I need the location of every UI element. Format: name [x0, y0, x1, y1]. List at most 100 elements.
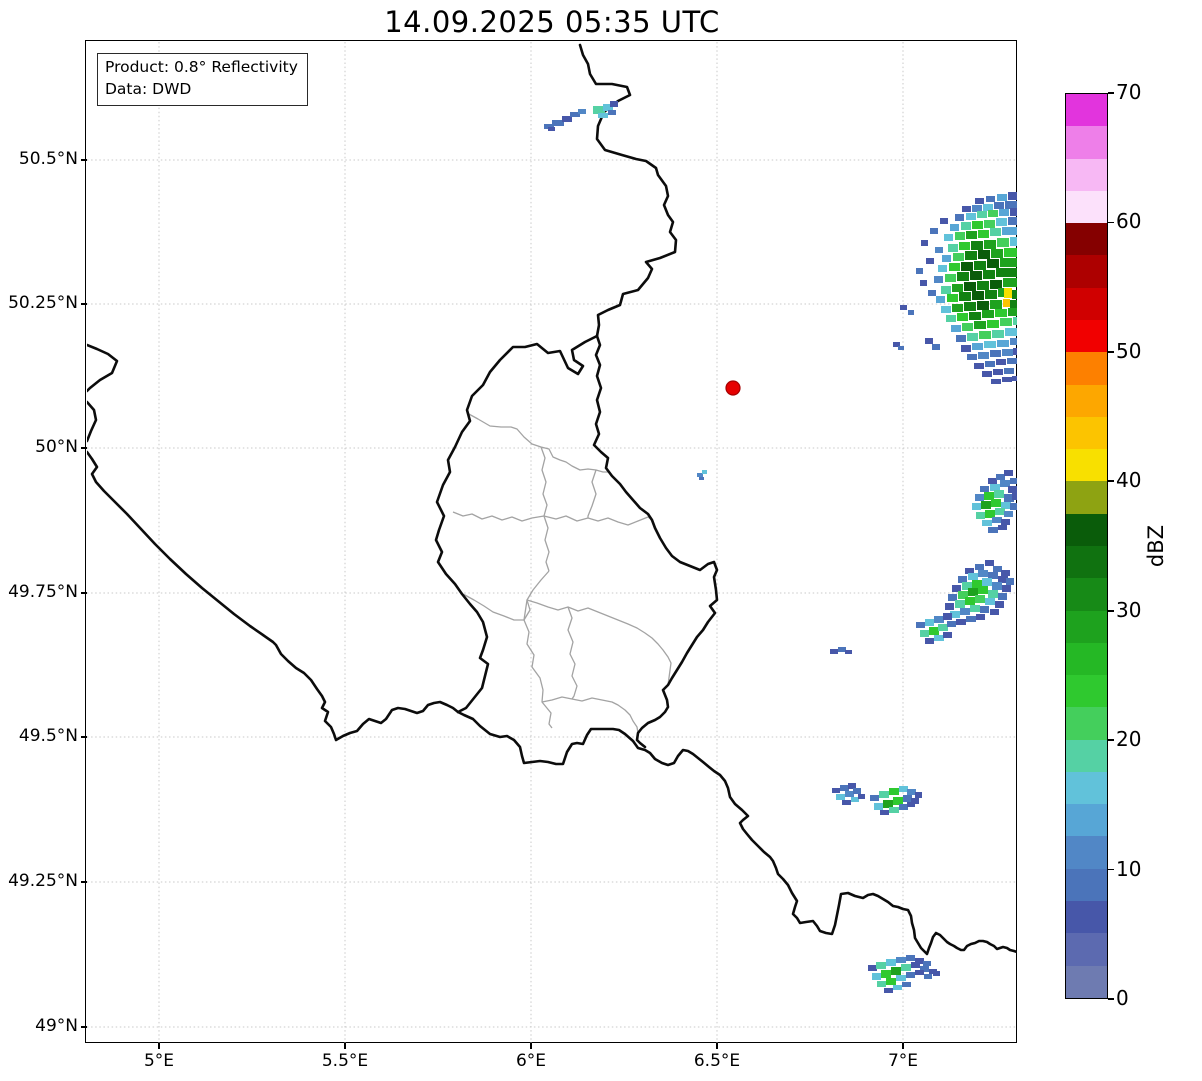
canton-border	[541, 696, 639, 734]
radar-echo-northern-border-streak	[578, 109, 586, 114]
radar-echo-south-cell-49n	[906, 972, 915, 978]
radar-echo-northeast-storm	[938, 265, 947, 272]
radar-echo-east-cell-4975n	[985, 598, 995, 605]
radar-echo-northeast-storm	[961, 262, 973, 271]
radar-echo-east-cell-4975n	[982, 578, 992, 586]
product-info-line2: Data: DWD	[105, 79, 192, 98]
radar-echo-northeast-storm	[898, 346, 904, 350]
radar-echo-northeast-storm	[921, 240, 928, 246]
radar-echo-tiny-echo-center	[702, 470, 707, 474]
radar-echo-northeast-storm	[959, 292, 971, 301]
radar-echo-east-cell-4975n	[968, 588, 978, 596]
radar-echo-southern-pair	[899, 804, 908, 810]
x-tick-mark	[158, 1043, 160, 1049]
colorbar-band	[1066, 901, 1107, 934]
radar-echo-east-cell-4975n	[830, 649, 838, 654]
radar-echo-east-cell-50n	[1008, 486, 1017, 493]
country-border	[592, 334, 719, 749]
colorbar-band	[1066, 352, 1107, 385]
colorbar-band	[1066, 255, 1107, 288]
radar-echo-northeast-storm	[925, 338, 933, 344]
colorbar-band	[1066, 481, 1107, 514]
radar-echo-northeast-storm	[926, 258, 934, 264]
radar-echo-northeast-storm	[1002, 377, 1012, 382]
y-tick-mark	[81, 447, 87, 449]
radar-echo-south-cell-49n	[893, 985, 902, 990]
y-tick-label: 49.75°N	[8, 582, 78, 602]
radar-echo-northeast-storm	[928, 290, 936, 296]
x-tick-label: 6°E	[515, 1051, 547, 1071]
radar-echo-northeast-storm	[962, 323, 973, 331]
colorbar-band	[1066, 771, 1107, 805]
x-tick-label: 5.5°E	[321, 1051, 369, 1071]
radar-echo-northeast-storm	[1004, 288, 1012, 298]
radar-echo-northeast-storm	[988, 210, 998, 217]
radar-echo-northeast-storm	[949, 263, 960, 271]
radar-echo-northeast-storm	[986, 196, 995, 202]
colorbar-tick-label: 0	[1116, 986, 1129, 1010]
radar-echo-south-cell-49n	[891, 967, 901, 975]
radar-echo-northeast-storm	[994, 202, 1004, 209]
radar-echo-southern-pair	[899, 786, 908, 792]
radar-echo-east-cell-50n	[1010, 478, 1017, 484]
radar-echo-northeast-storm	[948, 244, 958, 252]
colorbar-tick-label: 70	[1116, 80, 1142, 104]
y-tick-mark	[81, 303, 87, 305]
x-tick-label: 6.5°E	[693, 1051, 741, 1071]
radar-echo-east-cell-50n	[1000, 480, 1010, 487]
canton-border	[587, 469, 597, 518]
colorbar-band	[1066, 965, 1107, 998]
radar-echo-east-cell-4975n	[975, 564, 984, 570]
radar-echo-south-cell-49n	[902, 982, 911, 987]
colorbar-band	[1066, 158, 1107, 191]
radar-echo-northeast-storm	[983, 204, 993, 211]
canton-border	[567, 606, 578, 700]
colorbar-band	[1066, 836, 1107, 869]
radar-echo-northeast-storm	[974, 321, 986, 329]
radar-echo-east-cell-4975n	[955, 600, 965, 608]
canton-border	[452, 511, 545, 522]
colorbar-band	[1066, 319, 1107, 353]
radar-echo-northeast-storm	[946, 315, 956, 322]
radar-echo-southern-pair	[907, 802, 915, 807]
radar-echo-northeast-storm	[977, 301, 989, 310]
colorbar-band	[1066, 610, 1107, 643]
radar-echo-east-cell-4975n	[1001, 570, 1010, 576]
radar-echo-northeast-storm	[952, 284, 963, 292]
radar-echo-east-cell-4975n	[990, 609, 999, 615]
radar-echo-east-cell-50n	[984, 492, 994, 500]
radar-echo-northeast-storm	[970, 271, 982, 280]
radar-echo-northeast-storm	[982, 310, 994, 318]
radar-echo-east-cell-4975n	[925, 638, 934, 644]
country-border	[87, 450, 1017, 956]
radar-echo-south-cell-49n	[881, 970, 891, 978]
radar-echo-east-cell-50n	[1010, 503, 1017, 510]
radar-echo-northeast-storm	[964, 302, 976, 311]
radar-echo-east-cell-4975n	[988, 572, 998, 579]
radar-echo-northeast-storm	[952, 304, 963, 312]
radar-echo-northeast-storm	[972, 343, 983, 350]
canton-border	[526, 599, 672, 686]
radar-echo-northeast-storm	[1010, 300, 1017, 309]
radar-echo-northeast-storm	[967, 333, 978, 341]
radar-echo-northeast-storm	[991, 379, 1001, 384]
colorbar-band	[1066, 675, 1107, 708]
radar-echo-east-cell-4975n	[925, 619, 934, 626]
radar-echo-northeast-storm	[1004, 368, 1014, 374]
radar-echo-southern-pair	[893, 797, 903, 805]
radar-echo-east-cell-4975n	[992, 582, 1002, 590]
y-tick-label: 50.5°N	[18, 149, 78, 169]
colorbar-tick-label: 50	[1116, 338, 1142, 363]
radar-echo-east-cell-4975n	[975, 595, 985, 603]
radar-echo-northeast-storm	[966, 213, 976, 220]
radar-echo-east-cell-4975n	[968, 573, 978, 580]
radar-echo-northeast-storm	[987, 259, 999, 268]
country-border	[578, 43, 678, 338]
radar-echo-east-cell-4975n	[998, 593, 1007, 600]
radar-echo-southern-pair	[907, 789, 916, 795]
radar-echo-northeast-storm	[997, 194, 1007, 201]
radar-echo-northeast-storm	[965, 251, 977, 260]
radar-echo-southern-pair	[880, 810, 889, 815]
radar-echo-east-cell-50n	[990, 484, 1000, 491]
radar-echo-northeast-storm	[957, 272, 969, 281]
